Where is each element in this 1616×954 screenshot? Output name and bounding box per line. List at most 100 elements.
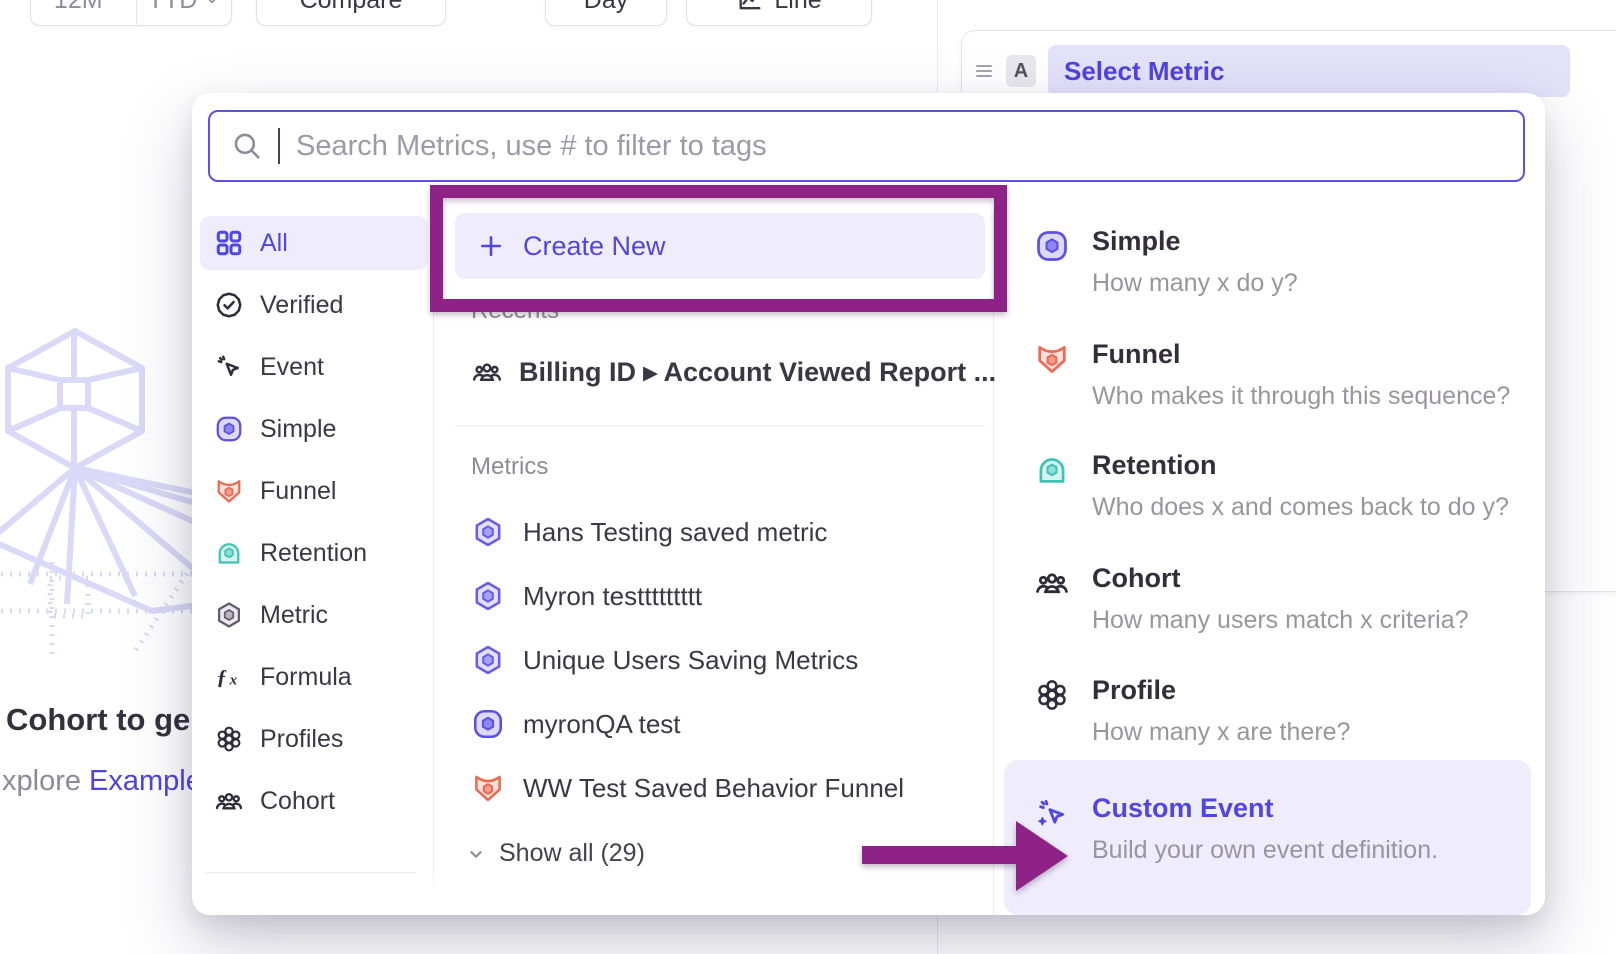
sidebar-item-label: Tags: [260, 901, 313, 916]
type-row-cohort[interactable]: Cohort How many users match x criteria?: [1034, 563, 1469, 635]
search-icon: [230, 129, 264, 163]
sidebar-item-all[interactable]: All: [200, 216, 428, 270]
type-description: Build your own event definition.: [1092, 836, 1438, 865]
sidebar-item-label: Formula: [260, 663, 352, 692]
column-divider: [433, 211, 434, 915]
recent-metric-row[interactable]: Billing ID ▸ Account Viewed Report ...: [471, 347, 996, 397]
sidebar-item-label: Cohort: [260, 787, 335, 816]
funnel-icon: [214, 476, 244, 506]
profiles-flower-icon: [1034, 677, 1070, 713]
metric-list-item[interactable]: Myron testtttttttt: [471, 570, 702, 622]
metric-item-label: Hans Testing saved metric: [523, 517, 827, 548]
sidebar-item-simple[interactable]: Simple: [200, 402, 428, 456]
range-ytd-label: YTD: [147, 0, 197, 15]
type-row-custom-event[interactable]: Custom Event Build your own event defini…: [1034, 793, 1438, 865]
sidebar-item-label: Funnel: [260, 477, 336, 506]
simple-metric-icon: [471, 707, 505, 741]
retention-icon: [214, 538, 244, 568]
type-title: Cohort: [1092, 563, 1469, 594]
show-all-button[interactable]: Show all (29): [465, 839, 645, 868]
sidebar-item-label: Profiles: [260, 725, 343, 754]
metric-type-column: Simple How many x do y? Funnel Who makes…: [1014, 211, 1545, 915]
type-title: Simple: [1092, 226, 1298, 257]
type-description: How many x do y?: [1092, 269, 1298, 298]
range-12m-label: 12M: [54, 0, 103, 15]
type-title: Profile: [1092, 675, 1350, 706]
metric-item-label: Myron testtttttttt: [523, 581, 702, 612]
select-metric-label: Select Metric: [1064, 56, 1224, 87]
example-reports-link[interactable]: Example: [89, 765, 202, 797]
type-description: How many x are there?: [1092, 718, 1350, 747]
range-12m-button[interactable]: 12M: [31, 0, 126, 25]
metric-hexagon-icon: [471, 643, 505, 677]
metric-list-item[interactable]: myronQA test: [471, 698, 681, 750]
simple-metric-icon: [1034, 228, 1070, 264]
sidebar-item-funnel[interactable]: Funnel: [200, 464, 428, 518]
type-description: Who does x and comes back to do y?: [1092, 493, 1509, 522]
sidebar-item-verified[interactable]: Verified: [200, 278, 428, 332]
sidebar-item-retention[interactable]: Retention: [200, 526, 428, 580]
list-divider: [455, 425, 985, 426]
type-description: Who makes it through this sequence?: [1092, 382, 1510, 411]
chart-type-line-label: Line: [774, 0, 821, 15]
sidebar-item-event[interactable]: Event: [200, 340, 428, 394]
metric-list-item[interactable]: WW Test Saved Behavior Funnel: [471, 762, 904, 814]
sidebar-item-tags[interactable]: Tags: [200, 888, 428, 915]
column-divider: [993, 211, 994, 915]
sidebar-item-label: All: [260, 229, 288, 258]
type-title: Custom Event: [1092, 793, 1438, 824]
metrics-header: Metrics: [471, 453, 548, 481]
svg-text:x: x: [229, 673, 238, 689]
metric-list-column: Create New Recents Billing ID ▸ Account …: [455, 211, 985, 915]
metric-hexagon-icon: [214, 600, 244, 630]
metric-list-item[interactable]: Hans Testing saved metric: [471, 506, 827, 558]
type-row-funnel[interactable]: Funnel Who makes it through this sequenc…: [1034, 339, 1510, 411]
type-description: How many users match x criteria?: [1092, 606, 1469, 635]
metric-item-label: WW Test Saved Behavior Funnel: [523, 773, 904, 804]
sidebar-item-metric[interactable]: Metric: [200, 588, 428, 642]
range-ytd-button[interactable]: YTD: [136, 0, 232, 25]
metric-item-label: myronQA test: [523, 709, 681, 740]
funnel-icon: [471, 771, 505, 805]
empty-state-subtext: xplore Example: [2, 765, 202, 798]
type-row-profile[interactable]: Profile How many x are there?: [1034, 675, 1350, 747]
sidebar-item-cohort[interactable]: Cohort: [200, 774, 428, 828]
chart-type-line-button[interactable]: Line: [686, 0, 872, 26]
type-title: Funnel: [1092, 339, 1510, 370]
event-cursor-icon: [214, 352, 244, 382]
line-chart-icon: [736, 0, 764, 14]
type-title: Retention: [1092, 450, 1509, 481]
type-row-simple[interactable]: Simple How many x do y?: [1034, 226, 1298, 298]
type-row-retention[interactable]: Retention Who does x and comes back to d…: [1034, 450, 1509, 522]
recent-metric-label: Billing ID ▸ Account Viewed Report ...: [519, 357, 996, 388]
granularity-day-button[interactable]: Day: [545, 0, 667, 26]
sidebar-item-label: Verified: [260, 291, 343, 320]
metric-item-label: Unique Users Saving Metrics: [523, 645, 858, 676]
compare-button[interactable]: Compare: [256, 0, 446, 26]
select-metric-pill[interactable]: Select Metric: [1048, 45, 1570, 97]
metric-slot-badge: A: [1006, 55, 1036, 87]
tag-icon: [214, 900, 244, 915]
date-range-segmented-control[interactable]: 12M YTD: [30, 0, 232, 26]
sidebar-item-formula[interactable]: ƒx Formula: [200, 650, 428, 704]
drag-handle-icon[interactable]: [974, 60, 994, 82]
grid-icon: [214, 228, 244, 258]
sidebar-item-label: Retention: [260, 539, 367, 568]
annotation-arrow: [858, 813, 1070, 899]
annotation-highlight-box: [430, 185, 1007, 312]
cohort-people-icon: [1034, 565, 1070, 601]
compare-label: Compare: [300, 0, 403, 15]
sidebar-item-label: Metric: [260, 601, 328, 630]
sidebar-item-label: Simple: [260, 415, 336, 444]
sidebar-item-profiles[interactable]: Profiles: [200, 712, 428, 766]
sidebar-item-label: Event: [260, 353, 324, 382]
verified-badge-icon: [214, 290, 244, 320]
text-cursor: [278, 128, 280, 164]
funnel-icon: [1034, 341, 1070, 377]
svg-text:ƒ: ƒ: [217, 665, 228, 689]
sidebar-divider: [206, 872, 416, 873]
granularity-day-label: Day: [584, 0, 628, 15]
metric-search-input[interactable]: [294, 129, 1503, 164]
metric-list-item[interactable]: Unique Users Saving Metrics: [471, 634, 858, 686]
metric-search-box[interactable]: [208, 110, 1525, 182]
